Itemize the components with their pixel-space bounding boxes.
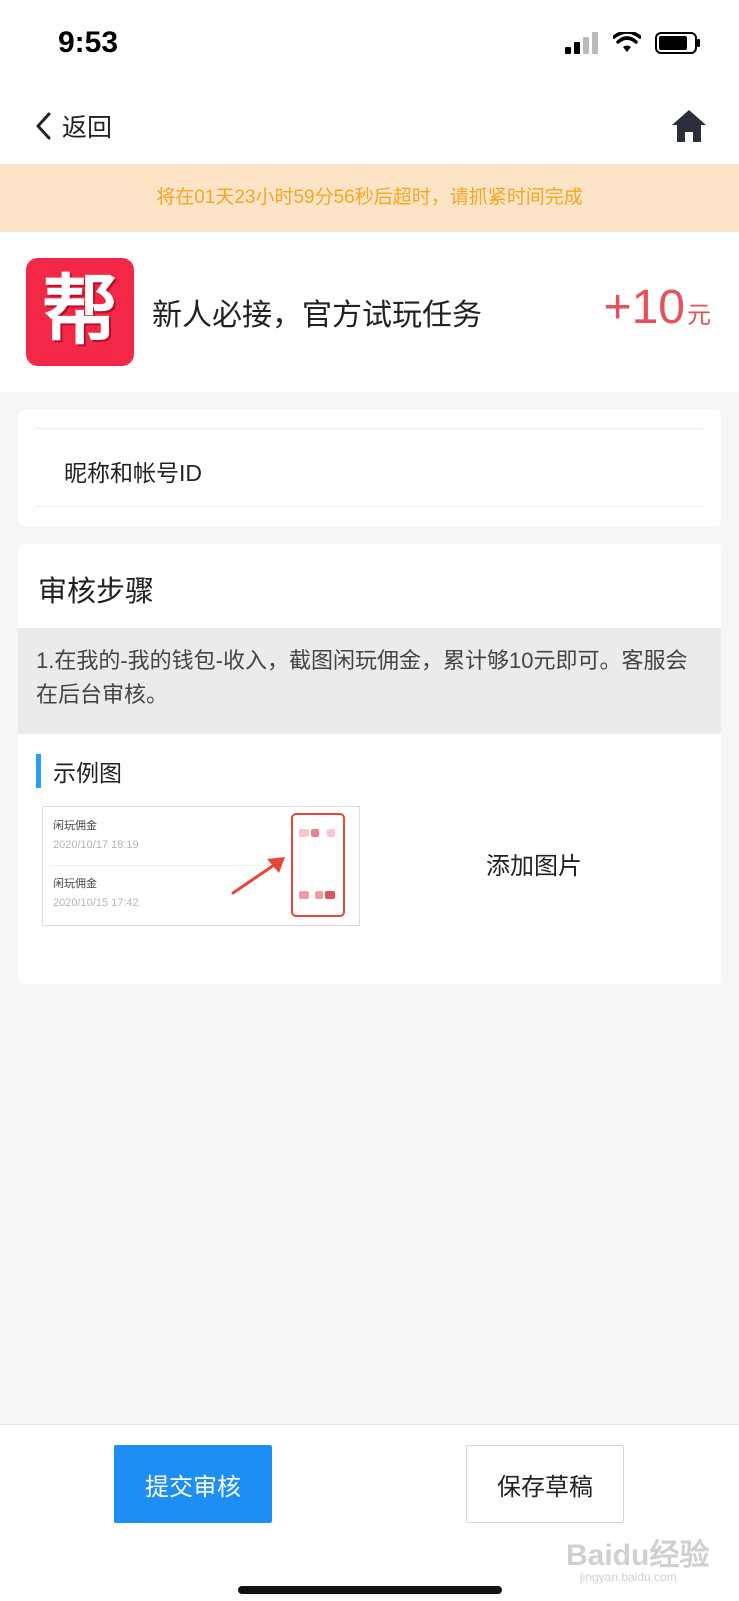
example-heading: 示例图: [36, 754, 122, 788]
submit-review-button[interactable]: 提交审核: [114, 1445, 272, 1523]
blurred-value: [315, 891, 323, 899]
blurred-value: [311, 829, 319, 837]
home-indicator: [238, 1586, 502, 1594]
status-bar: 9:53: [0, 0, 739, 90]
blurred-value: [299, 829, 309, 837]
status-time: 9:53: [58, 26, 119, 59]
task-title: 新人必接，官方试玩任务: [152, 299, 482, 332]
home-icon[interactable]: [669, 106, 709, 146]
chevron-left-icon: [36, 112, 51, 140]
example-label: 示例图: [53, 760, 122, 786]
divider: [36, 506, 703, 507]
add-image-button[interactable]: 添加图片: [486, 846, 582, 881]
task-header: 帮 新人必接，官方试玩任务 +10元: [0, 232, 739, 392]
nav-bar: 返回: [0, 90, 739, 164]
steps-title: 审核步骤: [38, 576, 155, 608]
nickname-card: 昵称和帐号ID: [18, 410, 721, 526]
example-row-date: 2020/10/15 17:42: [53, 897, 139, 909]
countdown-banner: 将在01天23小时59分56秒后超时，请抓紧时间完成: [0, 164, 739, 232]
watermark-url: jingyan.baidu.com: [580, 1570, 677, 1584]
blurred-value: [325, 891, 335, 899]
nickname-field[interactable]: 昵称和帐号ID: [64, 454, 202, 488]
back-button[interactable]: 返回: [34, 108, 112, 144]
app-logo: 帮: [26, 258, 134, 366]
battery-icon: [655, 32, 700, 54]
reward-amount: +10: [603, 281, 685, 334]
review-steps-card: 审核步骤 1.在我的-我的钱包-收入，截图闲玩佣金，累计够10元即可。客服会在后…: [18, 544, 721, 984]
arrow-icon: [231, 857, 285, 895]
example-row-title: 闲玩佣金: [53, 878, 97, 890]
section-accent-bar: [36, 754, 41, 788]
example-row-title: 闲玩佣金: [53, 820, 97, 832]
task-reward: +10元: [604, 280, 711, 335]
save-draft-button[interactable]: 保存草稿: [466, 1445, 624, 1523]
reward-unit: 元: [687, 302, 711, 329]
signal-icon: [565, 32, 598, 54]
steps-description: 1.在我的-我的钱包-收入，截图闲玩佣金，累计够10元即可。客服会在后台审核。: [18, 628, 721, 734]
example-image[interactable]: 闲玩佣金 2020/10/17 18:19 闲玩佣金 2020/10/15 17…: [42, 806, 360, 926]
status-icons: [565, 32, 701, 54]
watermark: Baidu经验 jingyan.baidu.com: [566, 1530, 709, 1584]
highlight-box: [291, 813, 345, 917]
blurred-value: [327, 829, 335, 837]
blurred-value: [299, 891, 309, 899]
watermark-brand: Baidu经验: [566, 1539, 710, 1572]
example-row-date: 2020/10/17 18:19: [53, 839, 139, 851]
back-label: 返回: [62, 114, 113, 142]
wifi-icon: [613, 32, 641, 52]
divider: [36, 428, 703, 429]
